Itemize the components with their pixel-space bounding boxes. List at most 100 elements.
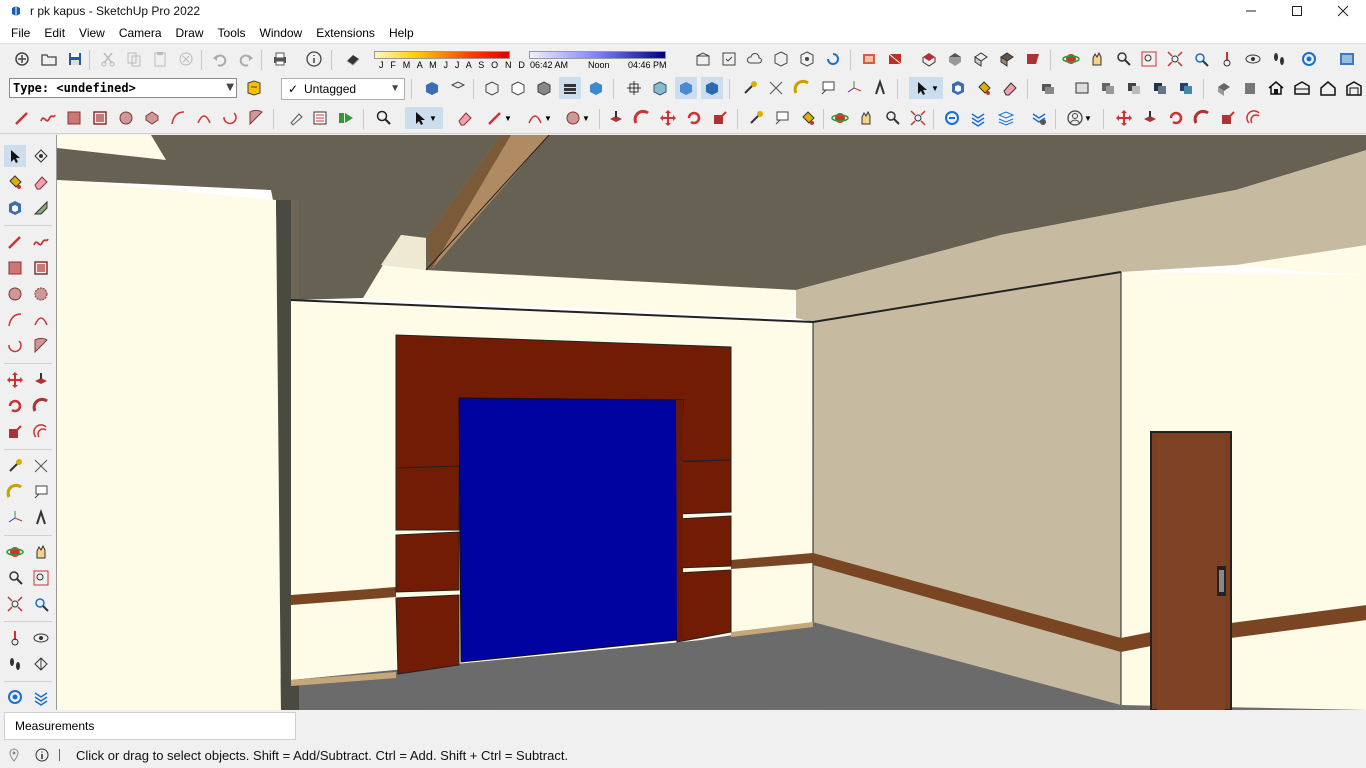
protractor-button[interactable] [791,77,813,99]
orbit-tool[interactable] [30,145,52,167]
menu-window[interactable]: Window [253,26,310,40]
maximize-button[interactable] [1274,0,1320,22]
shape-tool-dropdown[interactable]: ▼ [560,107,594,129]
previous-view-button[interactable] [1190,48,1212,70]
scale-button[interactable] [709,107,731,129]
3d-text-tool[interactable] [30,507,52,529]
orbit-button[interactable] [1060,48,1082,70]
type-selector[interactable]: Type: <undefined> ▼ [9,78,237,98]
xray-button[interactable] [649,77,671,99]
component-button[interactable] [770,48,792,70]
warehouse-tool[interactable] [4,686,26,708]
hidden-line-button[interactable] [944,48,966,70]
menu-file[interactable]: File [4,26,37,40]
cut-button[interactable] [97,48,119,70]
zoom-extents-button[interactable] [1164,48,1186,70]
move-tool[interactable] [4,369,26,391]
layers-tool-button[interactable] [995,107,1017,129]
eraser-tool-button[interactable] [454,107,476,129]
tape-measure-button[interactable] [739,77,761,99]
section-plane-tool[interactable] [30,653,52,675]
make-component-tool[interactable] [4,197,26,219]
arc-button[interactable] [167,107,189,129]
minimize-button[interactable] [1228,0,1274,22]
circle-tool[interactable] [4,283,26,305]
home-button[interactable] [1265,77,1287,99]
orbit-tool-button[interactable] [829,107,851,129]
house-outline-button[interactable] [1317,77,1339,99]
zoom-window-tool[interactable] [30,567,52,589]
section-plane-button[interactable] [1298,48,1320,70]
rotated-rectangle-button[interactable] [89,107,111,129]
circle-button[interactable] [115,107,137,129]
view-right-button[interactable] [507,77,529,99]
share-model-button[interactable] [718,48,740,70]
text-tool[interactable] [30,481,52,503]
erase-selection-button[interactable] [175,48,197,70]
dimension-button[interactable] [765,77,787,99]
zoom-extents-tool[interactable] [4,593,26,615]
menu-tools[interactable]: Tools [211,26,253,40]
extension-tool-button[interactable] [967,107,989,129]
look-around-button[interactable] [1242,48,1264,70]
camera-perspective-button[interactable] [623,77,645,99]
style-back-edges-button[interactable] [884,48,906,70]
view-left-button[interactable] [559,77,581,99]
measurements-field[interactable]: Measurements [4,712,296,740]
shadows-toggle-button[interactable] [342,48,364,70]
line-button[interactable] [11,107,33,129]
extension-warehouse-button[interactable] [796,48,818,70]
pan-button[interactable] [1086,48,1108,70]
print-button[interactable] [269,48,291,70]
trimble-connect-button[interactable] [822,48,844,70]
outliner-button[interactable] [1037,77,1059,99]
warehouse-tool-button[interactable] [941,107,963,129]
protractor-tool[interactable] [4,481,26,503]
tag-selector[interactable]: ✓ Untagged ▼ [281,78,405,100]
rotate-tool[interactable] [4,395,26,417]
account-dropdown[interactable]: ▼ [1062,107,1096,129]
search-button[interactable] [373,107,395,129]
tape-measure-tool[interactable] [4,455,26,477]
freehand-tool[interactable] [30,231,52,253]
edge-style-button[interactable] [701,77,723,99]
rotate-tool-button-2[interactable] [1165,107,1187,129]
move-tool-button-2[interactable] [1113,107,1135,129]
pie-button[interactable] [245,107,267,129]
view-back-button[interactable] [533,77,555,99]
view-top-button[interactable] [447,77,469,99]
follow-me-tool-button-2[interactable] [1191,107,1213,129]
look-around-tool[interactable] [30,627,52,649]
line-tool-dropdown[interactable]: ▼ [482,107,516,129]
push-pull-button[interactable] [605,107,627,129]
undo-button[interactable] [209,48,231,70]
polygon-button[interactable] [141,107,163,129]
monochrome-button[interactable] [1022,48,1044,70]
geo-location-icon[interactable] [7,748,21,762]
zoom-extents-tool-button[interactable] [907,107,929,129]
extension-warehouse-tool[interactable] [30,686,52,708]
arc-tool[interactable] [4,309,26,331]
move-button[interactable] [657,107,679,129]
pan-tool[interactable] [30,541,52,563]
zoom-tool-button[interactable] [881,107,903,129]
view-bottom-button[interactable] [585,77,607,99]
walk-button[interactable] [1268,48,1290,70]
dimension-tool[interactable] [30,455,52,477]
scenes-button[interactable] [309,107,331,129]
offset-tool-button[interactable] [1243,107,1265,129]
pie-tool[interactable] [30,335,52,357]
scale-tool-button-2[interactable] [1217,107,1239,129]
storefront-button[interactable] [1291,77,1313,99]
solid-trim-button[interactable] [1149,77,1171,99]
paste-button[interactable] [149,48,171,70]
info-icon[interactable] [35,748,49,762]
menu-view[interactable]: View [72,26,112,40]
close-button[interactable] [1320,0,1366,22]
building-button[interactable] [1343,77,1365,99]
warehouse-button[interactable] [692,48,714,70]
pan-tool-button[interactable] [855,107,877,129]
make-component-button[interactable] [947,77,969,99]
rotated-rectangle-tool[interactable] [30,257,52,279]
select-tool[interactable] [4,145,26,167]
